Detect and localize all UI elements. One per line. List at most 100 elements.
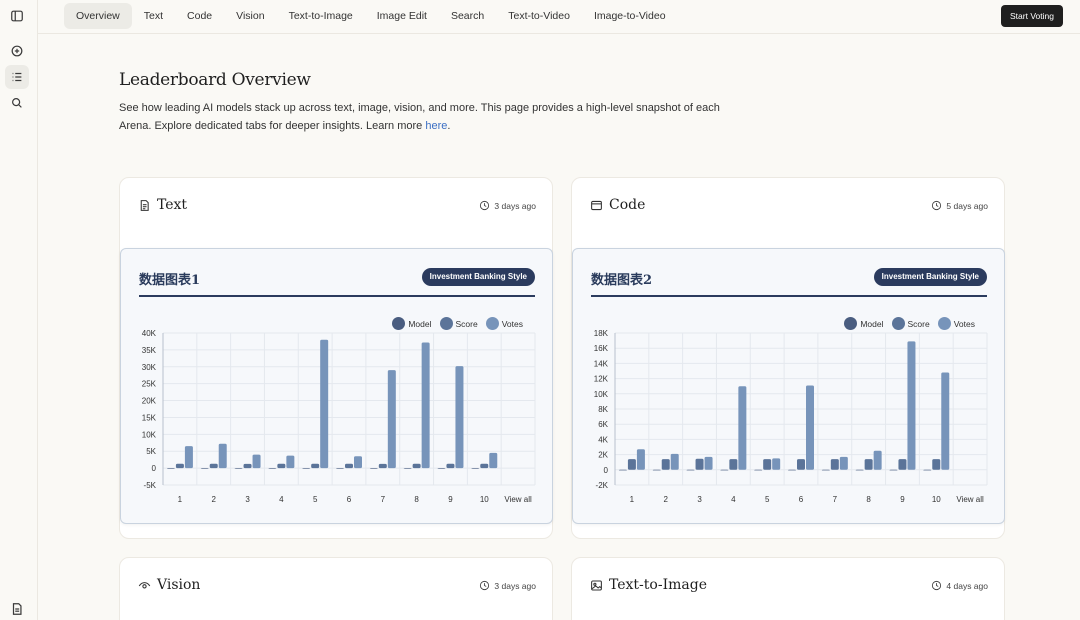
bar-model[interactable] xyxy=(686,469,695,471)
chart-panel: 数据图表2 Investment Banking Style Model Sco… xyxy=(572,248,1005,524)
bar-votes[interactable] xyxy=(873,450,882,470)
updated-label: 3 days ago xyxy=(494,580,536,591)
bar-model[interactable] xyxy=(336,468,344,469)
bar-model[interactable] xyxy=(720,469,729,471)
document-icon[interactable] xyxy=(5,597,29,620)
bar-score[interactable] xyxy=(627,459,636,470)
bar-votes[interactable] xyxy=(772,458,781,470)
bar-model[interactable] xyxy=(889,469,898,471)
bar-score[interactable] xyxy=(898,459,907,470)
bar-votes[interactable] xyxy=(286,455,295,469)
card-text-to-image[interactable]: Text-to-Image 4 days ago xyxy=(571,557,1005,620)
bar-score[interactable] xyxy=(480,463,489,469)
top-nav: Overview Text Code Vision Text-to-Image … xyxy=(38,0,1080,34)
bar-score[interactable] xyxy=(864,459,873,470)
bar-model[interactable] xyxy=(855,469,864,471)
bar-votes[interactable] xyxy=(489,452,498,469)
x-tick-label: 6 xyxy=(799,495,804,504)
x-tick-label: 7 xyxy=(381,495,386,504)
bar-votes[interactable] xyxy=(907,341,916,470)
bar-score[interactable] xyxy=(412,463,421,469)
bar-score[interactable] xyxy=(378,463,387,469)
y-tick-label: 5K xyxy=(146,447,156,456)
bar-model[interactable] xyxy=(923,469,932,471)
view-all-link[interactable]: View all xyxy=(956,495,984,504)
chart-title: 数据图表2 xyxy=(591,273,653,288)
bar-score[interactable] xyxy=(345,463,353,469)
bar-votes[interactable] xyxy=(252,454,261,469)
sidebar-toggle-icon[interactable] xyxy=(5,4,29,28)
leaderboard-icon[interactable] xyxy=(5,65,29,89)
x-tick-label: 8 xyxy=(414,495,419,504)
tab-vision[interactable]: Vision xyxy=(224,3,276,29)
x-tick-label: 4 xyxy=(731,495,736,504)
bar-votes[interactable] xyxy=(354,456,362,469)
bar-votes[interactable] xyxy=(839,456,848,470)
tab-image-edit[interactable]: Image Edit xyxy=(365,3,439,29)
bar-model[interactable] xyxy=(302,468,311,469)
tab-code[interactable]: Code xyxy=(175,3,224,29)
y-tick-label: 40K xyxy=(142,329,157,338)
bar-votes[interactable] xyxy=(184,446,193,469)
card-vision[interactable]: Vision 3 days ago xyxy=(119,557,553,620)
bar-model[interactable] xyxy=(234,468,243,469)
learn-more-link[interactable]: here xyxy=(425,120,447,132)
bar-model[interactable] xyxy=(618,469,627,471)
bar-votes[interactable] xyxy=(806,385,814,470)
bar-score[interactable] xyxy=(695,458,704,470)
card-code[interactable]: Code 5 days ago 数据图表2 Investment Banking… xyxy=(571,177,1005,539)
bar-votes[interactable] xyxy=(636,449,645,470)
bar-score[interactable] xyxy=(446,463,455,469)
bar-score[interactable] xyxy=(661,459,670,470)
bar-score[interactable] xyxy=(277,463,286,469)
bar-score[interactable] xyxy=(243,463,252,469)
y-tick-label: 0 xyxy=(152,464,157,473)
bar-model[interactable] xyxy=(166,468,175,469)
page-description: See how leading AI models stack up acros… xyxy=(119,99,729,135)
start-voting-button[interactable]: Start Voting xyxy=(1001,5,1063,27)
bar-votes[interactable] xyxy=(320,339,329,469)
bar-score[interactable] xyxy=(729,459,738,470)
tab-text[interactable]: Text xyxy=(132,3,175,29)
bar-score[interactable] xyxy=(830,459,839,470)
tab-image-to-video[interactable]: Image-to-Video xyxy=(582,3,678,29)
tab-text-to-video[interactable]: Text-to-Video xyxy=(496,3,582,29)
bar-votes[interactable] xyxy=(941,372,950,470)
bar-model[interactable] xyxy=(821,469,830,471)
bar-votes[interactable] xyxy=(738,386,747,470)
search-icon[interactable] xyxy=(5,91,29,115)
x-tick-label: 9 xyxy=(448,495,453,504)
tab-overview[interactable]: Overview xyxy=(64,3,132,29)
updated-label: 5 days ago xyxy=(946,200,988,211)
bar-votes[interactable] xyxy=(421,342,430,469)
bar-score[interactable] xyxy=(209,463,218,469)
card-text[interactable]: Text 3 days ago 数据图表1 Investment Banking… xyxy=(119,177,553,539)
bar-votes[interactable] xyxy=(455,366,464,469)
new-chat-icon[interactable] xyxy=(5,39,29,63)
updated-time: 5 days ago xyxy=(931,200,988,211)
tab-search[interactable]: Search xyxy=(439,3,496,29)
bar-model[interactable] xyxy=(754,469,763,471)
bar-model[interactable] xyxy=(403,468,412,469)
bar-votes[interactable] xyxy=(670,453,679,470)
bar-votes[interactable] xyxy=(387,370,396,469)
tab-text-to-image[interactable]: Text-to-Image xyxy=(277,3,365,29)
bar-model[interactable] xyxy=(200,468,209,469)
bar-votes[interactable] xyxy=(704,456,713,470)
view-all-link[interactable]: View all xyxy=(504,495,532,504)
bar-votes[interactable] xyxy=(218,443,227,469)
bar-model[interactable] xyxy=(788,469,796,471)
bar-score[interactable] xyxy=(763,459,772,470)
bar-model[interactable] xyxy=(369,468,378,469)
bar-score[interactable] xyxy=(797,459,805,470)
bar-score[interactable] xyxy=(311,463,320,469)
y-tick-label: 15K xyxy=(142,413,157,422)
bar-model[interactable] xyxy=(471,468,480,469)
bar-score[interactable] xyxy=(932,459,941,470)
y-tick-label: 4K xyxy=(598,435,608,444)
bar-model[interactable] xyxy=(652,469,661,471)
bar-model[interactable] xyxy=(437,468,446,469)
card-title: Text-to-Image xyxy=(609,577,707,593)
bar-model[interactable] xyxy=(268,468,277,469)
bar-score[interactable] xyxy=(175,463,184,469)
